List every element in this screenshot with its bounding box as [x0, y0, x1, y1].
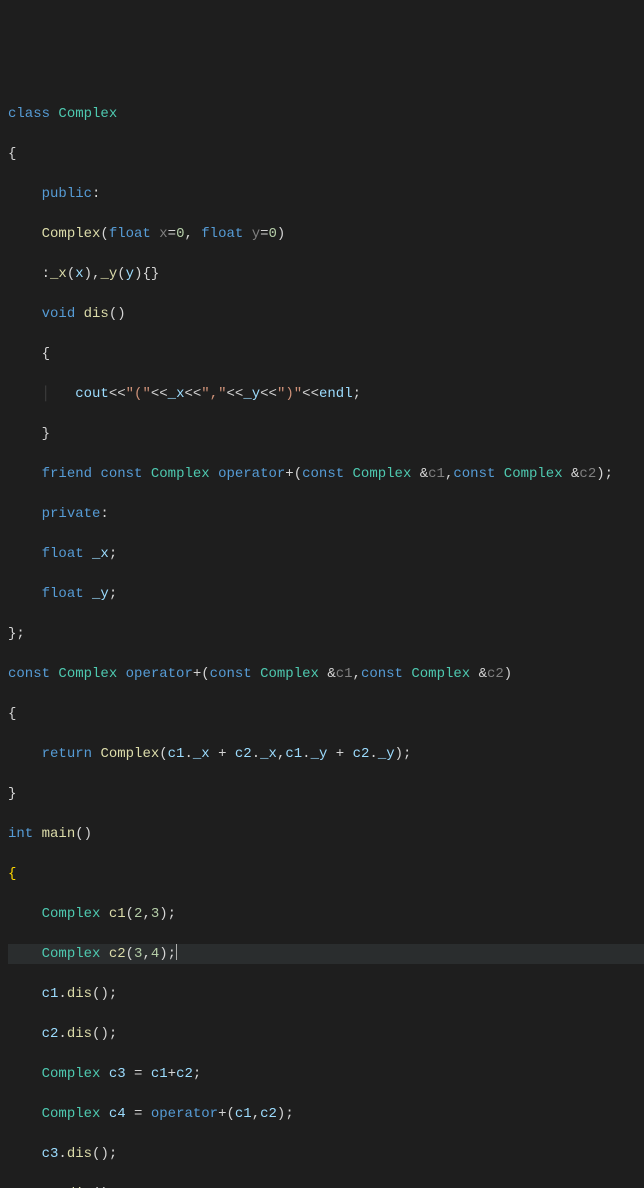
- code-line-current: Complex c2(3,4);: [8, 944, 644, 964]
- code-line: class Complex: [8, 104, 644, 124]
- code-line: private:: [8, 504, 644, 524]
- code-editor[interactable]: class Complex { public: Complex(float x=…: [8, 84, 644, 1188]
- code-line: }: [8, 424, 644, 444]
- code-line: Complex(float x=0, float y=0): [8, 224, 644, 244]
- code-line: :_x(x),_y(y){}: [8, 264, 644, 284]
- code-line: int main(): [8, 824, 644, 844]
- code-line: };: [8, 624, 644, 644]
- code-line: c4.dis();: [8, 1184, 644, 1188]
- code-line: const Complex operator+(const Complex &c…: [8, 664, 644, 684]
- code-line: return Complex(c1._x + c2._x,c1._y + c2.…: [8, 744, 644, 764]
- code-line: float _x;: [8, 544, 644, 564]
- code-line: Complex c3 = c1+c2;: [8, 1064, 644, 1084]
- code-line: c2.dis();: [8, 1024, 644, 1044]
- keyword-void: void: [42, 306, 76, 322]
- code-line: {: [8, 144, 644, 164]
- code-line: c3.dis();: [8, 1144, 644, 1164]
- code-line: Complex c4 = operator+(c1,c2);: [8, 1104, 644, 1124]
- code-line: }: [8, 784, 644, 804]
- code-line: {: [8, 344, 644, 364]
- code-line: c1.dis();: [8, 984, 644, 1004]
- text-cursor: [176, 944, 177, 960]
- code-line: │ cout<<"("<<_x<<","<<_y<<")"<<endl;: [8, 384, 644, 404]
- function-main: main: [42, 826, 76, 842]
- keyword-private: private: [42, 506, 101, 522]
- type-name: Complex: [58, 106, 117, 122]
- keyword-public: public: [42, 186, 92, 202]
- function-name: dis: [84, 306, 109, 322]
- brace-open: {: [8, 146, 16, 162]
- code-line: friend const Complex operator+(const Com…: [8, 464, 644, 484]
- bracket-highlight-open: {: [8, 866, 16, 882]
- keyword-class: class: [8, 106, 50, 122]
- code-line: float _y;: [8, 584, 644, 604]
- code-line: {: [8, 704, 644, 724]
- constructor-name: Complex: [42, 226, 101, 242]
- code-line: {: [8, 864, 644, 884]
- code-line: void dis(): [8, 304, 644, 324]
- code-line: Complex c1(2,3);: [8, 904, 644, 924]
- code-line: public:: [8, 184, 644, 204]
